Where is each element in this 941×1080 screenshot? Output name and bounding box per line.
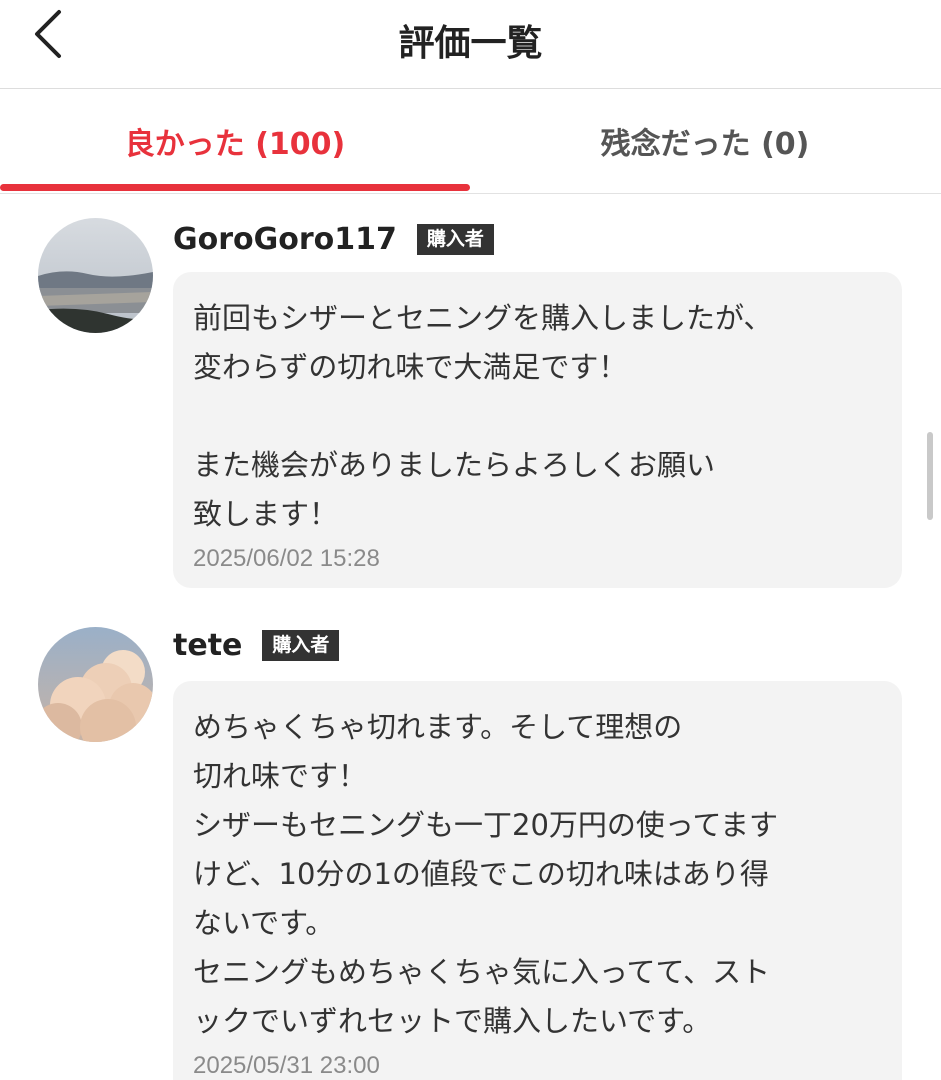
- review-user-row: tete 購入者: [173, 628, 340, 663]
- username[interactable]: GoroGoro117: [173, 222, 397, 257]
- scrollbar[interactable]: [927, 432, 933, 520]
- page-title: 評価一覧: [398, 23, 543, 64]
- avatar[interactable]: [38, 218, 153, 333]
- review-bubble: めちゃくちゃ切れます。そして理想の 切れ味です！ シザーもセニングも一丁20万円…: [173, 681, 902, 1080]
- tab-good[interactable]: 良かった (100): [0, 89, 470, 193]
- review-bubble: 前回もシザーとセニングを購入しましたが、 変わらずの切れ味で大満足です！ また機…: [173, 272, 902, 588]
- review-text: めちゃくちゃ切れます。そして理想の 切れ味です！ シザーもセニングも一丁20万円…: [193, 710, 779, 1038]
- review-date: 2025/06/02 15:28: [193, 545, 380, 572]
- username[interactable]: tete: [173, 628, 242, 663]
- review-date: 2025/05/31 23:00: [193, 1052, 380, 1079]
- header: 評価一覧: [0, 0, 941, 89]
- review-text: 前回もシザーとセニングを購入しましたが、 変わらずの切れ味で大満足です！ また機…: [193, 301, 773, 531]
- active-tab-indicator: [0, 184, 470, 191]
- review-user-row: GoroGoro117 購入者: [173, 222, 494, 257]
- avatar[interactable]: [38, 627, 153, 742]
- tab-bad[interactable]: 残念だった (0): [470, 89, 940, 193]
- tab-bar: 良かった (100) 残念だった (0): [0, 89, 941, 194]
- purchaser-badge: 購入者: [262, 630, 340, 661]
- purchaser-badge: 購入者: [416, 224, 494, 255]
